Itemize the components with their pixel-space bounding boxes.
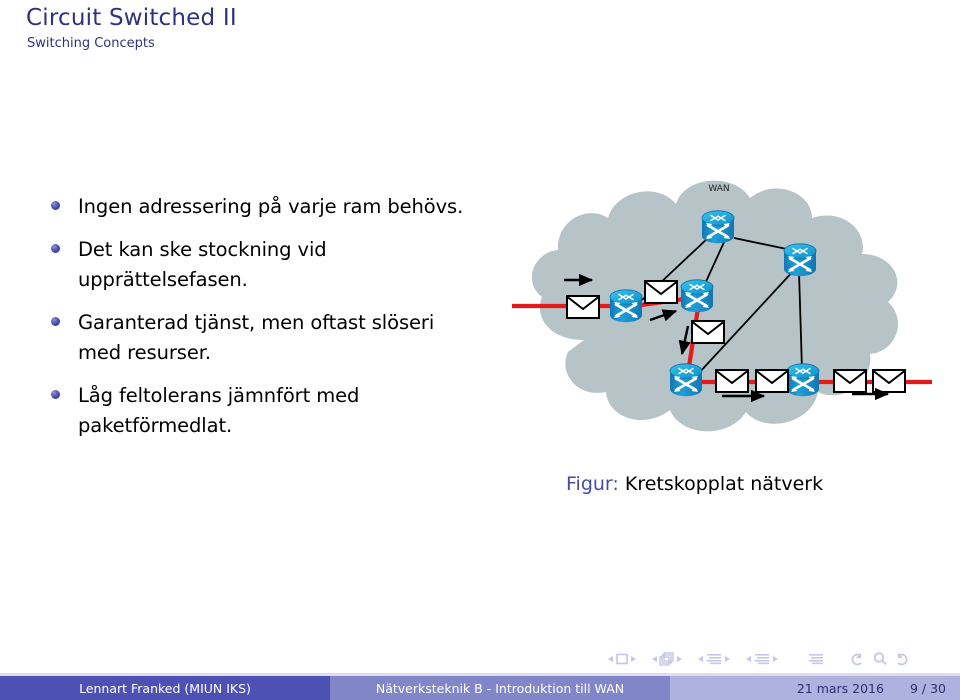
envelope-4 — [715, 369, 749, 393]
nav-frame-prev-icon[interactable] — [652, 656, 657, 662]
footer-date: 21 mars 2016 — [796, 680, 884, 696]
bullet-point-icon — [51, 201, 60, 210]
envelope-3 — [691, 320, 725, 344]
router-top — [700, 209, 736, 245]
router-bottom-right — [785, 362, 821, 398]
figure-caption: Figur: Kretskopplat nätverk — [566, 473, 823, 495]
list-item-label: Låg feltolerans jämnfört med paketförmed… — [78, 384, 360, 437]
footer-author: Lennart Franked (MIUN IKS) — [0, 676, 330, 700]
list-item-label: Det kan ske stockning vid upprättelsefas… — [78, 238, 327, 291]
envelope-5 — [755, 369, 789, 393]
nav-search-icon[interactable] — [873, 652, 887, 666]
nav-section-next-icon[interactable] — [773, 656, 778, 662]
bullet-point-icon — [51, 317, 60, 326]
footer-course-label: Nätverksteknik B - Introduktion till WAN — [375, 680, 625, 696]
figure-caption-label: Figur: — [566, 473, 619, 495]
list-item: Ingen adressering på varje ram behövs. — [48, 192, 468, 222]
envelope-1 — [566, 295, 600, 319]
list-item-label: Garanterad tjänst, men oftast slöseri me… — [78, 311, 435, 364]
page-subtitle: Switching Concepts — [27, 36, 155, 51]
nav-slide-next-icon[interactable] — [631, 656, 636, 662]
nav-section-icon[interactable] — [755, 654, 769, 665]
list-item: Låg feltolerans jämnfört med paketförmed… — [48, 381, 468, 441]
nav-slide-icon[interactable] — [616, 653, 628, 665]
nav-back-icon[interactable] — [851, 653, 862, 666]
bullet-point-icon — [51, 390, 60, 399]
figure-block: WAN Figur: Kretskopplat nätverk — [512, 168, 932, 513]
footer: Lennart Franked (MIUN IKS) Nätverkstekni… — [0, 676, 960, 700]
envelope-2 — [644, 280, 678, 304]
router-center — [679, 278, 715, 314]
router-bottom-left — [668, 362, 704, 398]
router-right — [782, 242, 818, 278]
envelope-6 — [833, 369, 867, 393]
nav-subsection-next-icon[interactable] — [725, 656, 730, 662]
footer-page-number: 9 / 30 — [909, 680, 946, 696]
nav-subsection-prev-icon[interactable] — [698, 656, 703, 662]
list-item-label: Ingen adressering på varje ram behövs. — [78, 195, 464, 218]
beamer-navigation-bar[interactable] — [604, 650, 944, 668]
bullet-point-icon — [51, 244, 60, 253]
page-title: Circuit Switched II — [26, 5, 237, 31]
list-item: Det kan ske stockning vid upprättelsefas… — [48, 235, 468, 295]
nav-section-prev-icon[interactable] — [746, 656, 751, 662]
footer-meta: 21 mars 2016 9 / 30 — [670, 676, 960, 700]
nav-appendix-icon[interactable] — [809, 654, 823, 665]
wan-label: WAN — [708, 184, 729, 194]
bullet-list: Ingen adressering på varje ram behövs. D… — [48, 192, 468, 454]
nav-subsection-icon[interactable] — [707, 654, 721, 665]
router-left-ingress — [608, 288, 644, 324]
nav-forward-icon[interactable] — [897, 653, 908, 666]
network-diagram: WAN — [512, 180, 932, 432]
nav-frame-next-icon[interactable] — [677, 656, 682, 662]
nav-frame-icon[interactable] — [659, 652, 674, 666]
list-item: Garanterad tjänst, men oftast slöseri me… — [48, 308, 468, 368]
footer-author-label: Lennart Franked (MIUN IKS) — [79, 680, 251, 696]
footer-course: Nätverksteknik B - Introduktion till WAN — [330, 676, 670, 700]
nav-slide-prev-icon[interactable] — [608, 656, 613, 662]
figure-caption-text: Kretskopplat nätverk — [624, 473, 824, 495]
envelope-7 — [872, 369, 906, 393]
